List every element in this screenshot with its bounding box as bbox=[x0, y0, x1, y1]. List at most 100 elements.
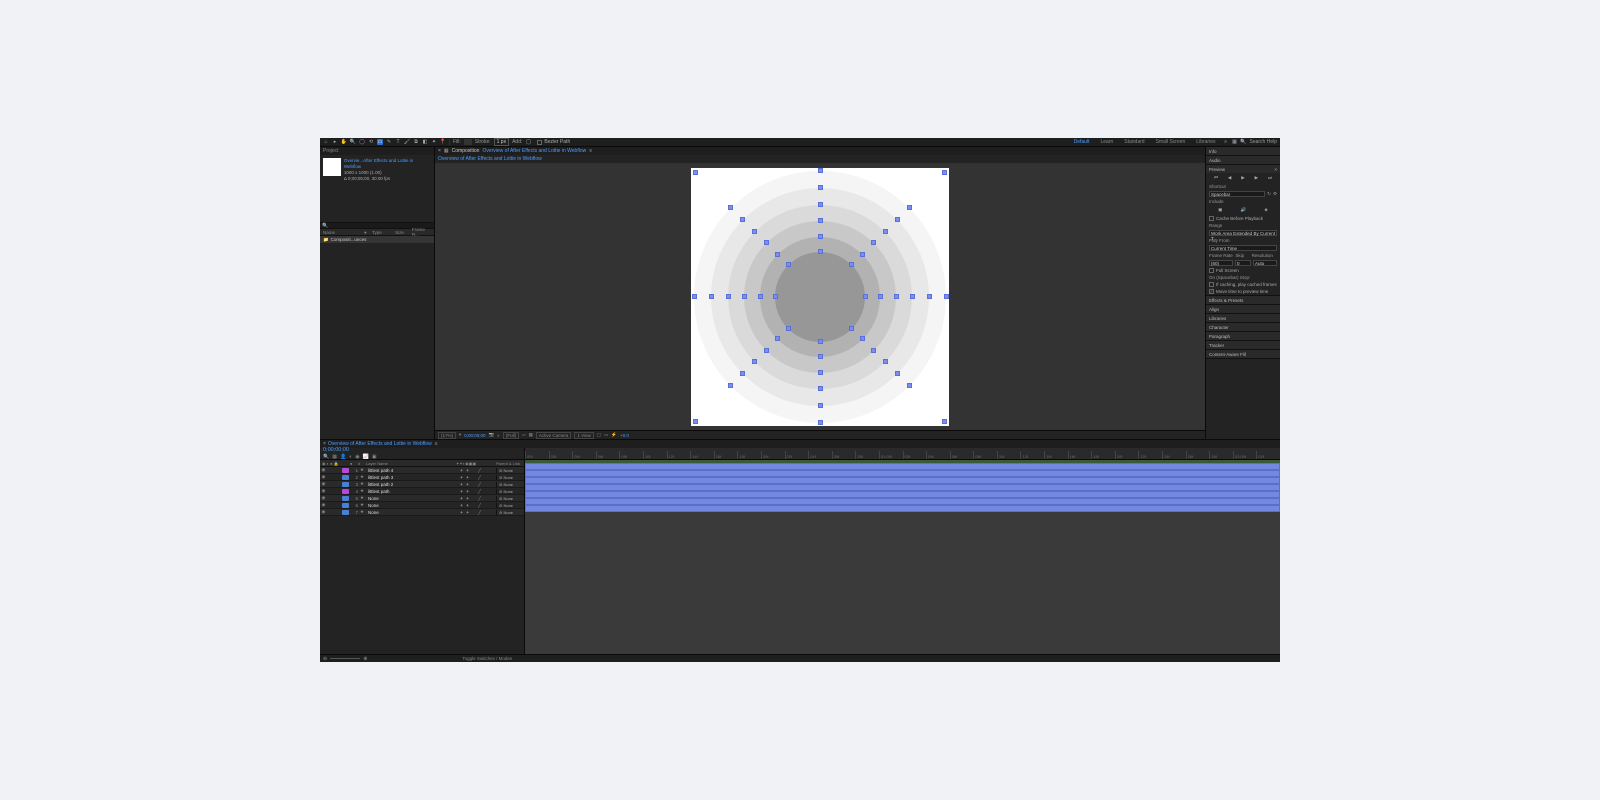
layer-duration-bar[interactable] bbox=[525, 505, 1280, 512]
search-icon[interactable]: 🔍 bbox=[320, 223, 330, 229]
shape-handle[interactable] bbox=[910, 294, 915, 299]
info-panel-title[interactable]: Info bbox=[1206, 147, 1280, 155]
label-color[interactable] bbox=[342, 482, 349, 487]
layer-duration-bar[interactable] bbox=[525, 477, 1280, 484]
label-color[interactable] bbox=[342, 468, 349, 473]
col-name[interactable]: Name bbox=[320, 230, 361, 235]
visibility-icon[interactable]: ◉ bbox=[320, 495, 327, 501]
roi-icon[interactable]: ▱ bbox=[522, 432, 525, 438]
resolution-icon[interactable]: ▾ bbox=[459, 432, 461, 438]
time-ruler-area[interactable]: 00f02f04f06f08f10f12f14f16f18f20f22f24f2… bbox=[525, 448, 1280, 459]
canvas-corner-handle[interactable] bbox=[693, 170, 698, 175]
include-overlay-icon[interactable]: ◈ bbox=[1264, 207, 1267, 213]
zoom-in-icon[interactable]: ⊕ bbox=[363, 656, 367, 662]
roto-tool-icon[interactable]: ✦ bbox=[431, 139, 437, 145]
layer-name[interactable]: None bbox=[366, 510, 457, 515]
shape-handle[interactable] bbox=[871, 240, 876, 245]
layername-header[interactable]: Layer Name bbox=[364, 461, 454, 466]
close-icon[interactable]: × bbox=[1274, 167, 1277, 172]
panel-tracker[interactable]: Tracker bbox=[1206, 341, 1280, 349]
shape-handle[interactable] bbox=[764, 348, 769, 353]
layer-row[interactable]: ◉6★None✦✦╱⊘ None bbox=[320, 502, 524, 509]
parent-dropdown[interactable]: ⊘ None bbox=[496, 482, 524, 487]
visibility-icon[interactable]: ◉ bbox=[320, 474, 327, 480]
workspace-default[interactable]: Default bbox=[1070, 139, 1094, 145]
shape-handle[interactable] bbox=[818, 403, 823, 408]
project-thumbnail[interactable] bbox=[323, 158, 341, 176]
shape-handle[interactable] bbox=[728, 383, 733, 388]
layer-name[interactable]: littlest path 2 bbox=[366, 482, 457, 487]
shape-handle[interactable] bbox=[818, 202, 823, 207]
selection-tool-icon[interactable]: ▸ bbox=[332, 139, 338, 145]
shape-handle[interactable] bbox=[818, 185, 823, 190]
shape-handle[interactable] bbox=[927, 294, 932, 299]
shape-handle[interactable] bbox=[740, 217, 745, 222]
col-tag-icon[interactable]: ● bbox=[361, 230, 369, 235]
shape-handle[interactable] bbox=[764, 240, 769, 245]
layer-duration-bar[interactable] bbox=[525, 463, 1280, 470]
workspace-libraries[interactable]: Libraries bbox=[1192, 139, 1219, 145]
timecode[interactable]: 0;00;00;00 bbox=[323, 447, 521, 453]
layer-name[interactable]: littlest path 3 bbox=[366, 475, 457, 480]
add-dropdown-icon[interactable]: ◯ bbox=[525, 139, 531, 145]
shortcut-dropdown[interactable]: Spacebar bbox=[1209, 191, 1265, 197]
zoom-out-icon[interactable]: ⊖ bbox=[323, 656, 327, 662]
eraser-tool-icon[interactable]: ◧ bbox=[422, 139, 428, 145]
shape-handle[interactable] bbox=[849, 262, 854, 267]
shape-handle[interactable] bbox=[895, 371, 900, 376]
shape-handle[interactable] bbox=[728, 205, 733, 210]
shape-handle[interactable] bbox=[752, 229, 757, 234]
fill-swatch[interactable] bbox=[464, 139, 472, 145]
panel-paragraph[interactable]: Paragraph bbox=[1206, 332, 1280, 340]
include-video-icon[interactable]: ▣ bbox=[1218, 207, 1222, 213]
col-type[interactable]: Type bbox=[369, 230, 392, 235]
loop-icon[interactable]: ↻ bbox=[1267, 191, 1271, 197]
num-header[interactable]: # bbox=[356, 461, 364, 466]
brush-tool-icon[interactable]: 🖌 bbox=[404, 139, 410, 145]
playfrom-dropdown[interactable]: Current Time bbox=[1209, 245, 1277, 251]
parent-dropdown[interactable]: ⊘ None bbox=[496, 503, 524, 508]
settings-icon[interactable]: ⚙ bbox=[1273, 191, 1277, 197]
visibility-icon[interactable]: ◉ bbox=[320, 488, 327, 494]
visibility-icon[interactable]: ◉ bbox=[320, 502, 327, 508]
shape-handle[interactable] bbox=[944, 294, 949, 299]
clone-tool-icon[interactable]: ⧉ bbox=[413, 139, 419, 145]
label-color[interactable] bbox=[342, 489, 349, 494]
panel-content-aware-fill[interactable]: Content-Aware Fill bbox=[1206, 350, 1280, 358]
shape-handle[interactable] bbox=[818, 168, 823, 173]
hand-tool-icon[interactable]: ✋ bbox=[341, 139, 347, 145]
resolution-dropdown[interactable]: (Full) bbox=[503, 432, 519, 439]
project-row[interactable]: 📁 Compositi...unces bbox=[320, 236, 434, 243]
resolution-dropdown[interactable]: Auto bbox=[1253, 260, 1277, 266]
panels-icon[interactable]: ▦ bbox=[1231, 139, 1237, 145]
play-icon[interactable]: ▶ bbox=[1241, 175, 1244, 181]
pixel-aspect-icon[interactable]: ▭ bbox=[604, 432, 608, 438]
workspace-small[interactable]: Small Screen bbox=[1152, 139, 1190, 145]
project-item-name[interactable]: Overvie...After Effects and Lottie in We… bbox=[344, 158, 431, 170]
canvas[interactable] bbox=[691, 168, 949, 426]
canvas-corner-handle[interactable] bbox=[942, 170, 947, 175]
next-frame-icon[interactable]: ▶ bbox=[1255, 175, 1258, 181]
parent-dropdown[interactable]: ⊘ None bbox=[496, 468, 524, 473]
col-size[interactable]: Size bbox=[392, 230, 409, 235]
shape-handle[interactable] bbox=[883, 229, 888, 234]
layer-row[interactable]: ◉2★littlest path 3✦✦╱⊘ None bbox=[320, 474, 524, 481]
layer-name[interactable]: None bbox=[366, 496, 457, 501]
exposure-value[interactable]: +0.0 bbox=[620, 433, 629, 438]
toggle-switches-button[interactable]: Toggle Switches / Modes bbox=[462, 656, 512, 661]
layer-duration-bar[interactable] bbox=[525, 470, 1280, 477]
cache-checkbox[interactable]: Cache Before Playback bbox=[1206, 215, 1280, 222]
parent-dropdown[interactable]: ⊘ None bbox=[496, 510, 524, 515]
mask-icon[interactable]: ▢ bbox=[597, 432, 601, 438]
shape-handle[interactable] bbox=[709, 294, 714, 299]
range-dropdown[interactable]: Work Area Extended By Current T... bbox=[1209, 230, 1277, 236]
shape-handle[interactable] bbox=[818, 218, 823, 223]
parent-header[interactable]: Parent & Link bbox=[494, 461, 524, 466]
layer-duration-bar[interactable] bbox=[525, 484, 1280, 491]
stroke-width-input[interactable]: 1 px bbox=[494, 138, 509, 146]
panel-align[interactable]: Align bbox=[1206, 305, 1280, 313]
panel-effects-&-presets[interactable]: Effects & Presets bbox=[1206, 296, 1280, 304]
workspace-learn[interactable]: Learn bbox=[1096, 139, 1117, 145]
visibility-icon[interactable]: ◉ bbox=[320, 467, 327, 473]
project-panel-title[interactable]: Project bbox=[320, 147, 434, 155]
